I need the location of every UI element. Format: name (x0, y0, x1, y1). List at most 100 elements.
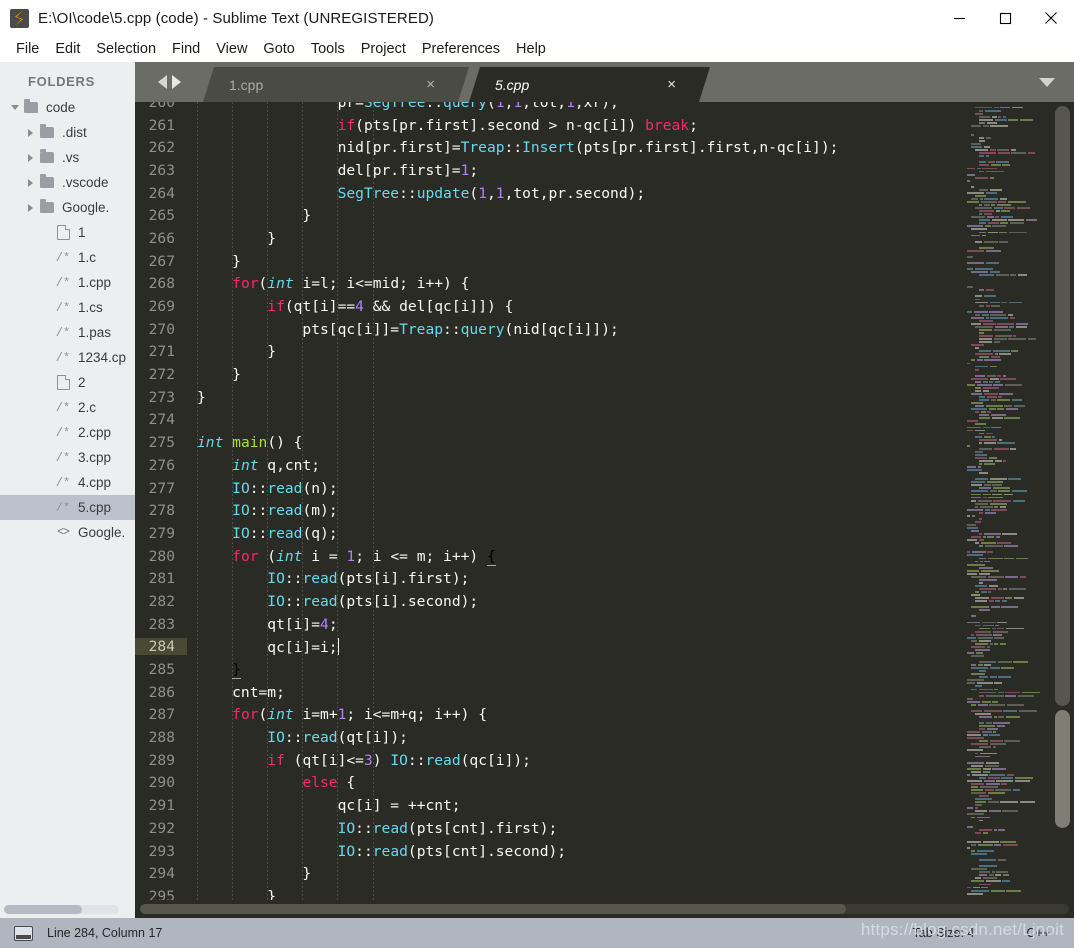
menu-item-tools[interactable]: Tools (303, 39, 353, 59)
code-line[interactable]: 282 IO::read(pts[i].second); (135, 590, 965, 613)
code-line[interactable]: 264 SegTree::update(1,1,tot,pr.second); (135, 182, 965, 205)
code-text[interactable]: } (187, 389, 965, 406)
chevron-right-icon[interactable] (24, 128, 37, 137)
code-line[interactable]: 291 qc[i] = ++cnt; (135, 794, 965, 817)
code-line[interactable]: 290 else { (135, 772, 965, 795)
code-text[interactable]: IO::read(q); (187, 525, 965, 542)
code-text[interactable]: int q,cnt; (187, 457, 965, 474)
code-text[interactable]: } (187, 253, 965, 270)
menu-item-selection[interactable]: Selection (88, 39, 164, 59)
code-text[interactable]: int main() { (187, 434, 965, 451)
code-text[interactable]: qc[i]=i; (187, 637, 965, 656)
code-text[interactable]: cnt=m; (187, 684, 965, 701)
code-line[interactable]: 289 if (qt[i]<=3) IO::read(qc[i]); (135, 749, 965, 772)
code-line[interactable]: 269 if(qt[i]==4 && del[qc[i]]) { (135, 295, 965, 318)
code-line[interactable]: 293 IO::read(pts[cnt].second); (135, 840, 965, 863)
vertical-scrollbar[interactable] (1051, 102, 1074, 900)
editor-horizontal-scrollbar[interactable] (135, 900, 1074, 918)
code-line[interactable]: 280 for (int i = 1; i <= m; i++) { (135, 545, 965, 568)
arrow-right-icon[interactable] (171, 75, 181, 89)
vertical-scroll-thumb[interactable] (1055, 710, 1070, 828)
code-line[interactable]: 261 if(pts[pr.first].second > n-qc[i]) b… (135, 114, 965, 137)
code-text[interactable]: pts[qc[i]]=Treap::query(nid[qc[i]]); (187, 321, 965, 338)
code-line[interactable]: 286 cnt=m; (135, 681, 965, 704)
tab-list-dropdown[interactable] (1020, 62, 1074, 102)
sidebar-scroll-track[interactable] (4, 904, 119, 914)
close-icon[interactable] (1028, 0, 1074, 36)
code-text[interactable]: for(int i=m+1; i<=m+q; i++) { (187, 706, 965, 723)
code-line[interactable]: 281 IO::read(pts[i].first); (135, 567, 965, 590)
tab-5cpp[interactable]: 5.cpp × (469, 67, 710, 102)
code-text[interactable]: for(int i=l; i<=mid; i++) { (187, 275, 965, 292)
sidebar-item-1[interactable]: 1 (0, 220, 135, 245)
sidebar-item-5cpp[interactable]: /* 5.cpp (0, 495, 135, 520)
tab-close-icon[interactable]: × (667, 77, 676, 92)
code-line[interactable]: 270 pts[qc[i]]=Treap::query(nid[qc[i]]); (135, 318, 965, 341)
sidebar-item-vscode[interactable]: .vscode (0, 170, 135, 195)
code-text[interactable]: if(pts[pr.first].second > n-qc[i]) break… (187, 117, 965, 134)
chevron-down-icon[interactable] (8, 105, 21, 110)
menu-item-preferences[interactable]: Preferences (414, 39, 508, 59)
chevron-right-icon[interactable] (24, 153, 37, 162)
editor-scroll-track[interactable] (140, 904, 1069, 914)
code-line[interactable]: 271 } (135, 341, 965, 364)
code-text[interactable]: IO::read(pts[cnt].second); (187, 843, 965, 860)
vertical-scroll-track-upper[interactable] (1055, 106, 1070, 706)
code-text[interactable]: del[pr.first]=1; (187, 162, 965, 179)
code-line[interactable]: 267 } (135, 250, 965, 273)
sidebar-horizontal-scrollbar[interactable] (0, 900, 135, 918)
sidebar-item-dist[interactable]: .dist (0, 120, 135, 145)
menu-item-file[interactable]: File (8, 39, 47, 59)
menu-item-edit[interactable]: Edit (47, 39, 88, 59)
code-text[interactable]: } (187, 888, 965, 900)
code-text[interactable]: IO::read(pts[cnt].first); (187, 820, 965, 837)
code-line[interactable]: 279 IO::read(q); (135, 522, 965, 545)
sidebar-item-1pas[interactable]: /* 1.pas (0, 320, 135, 345)
code-text[interactable]: else { (187, 774, 965, 791)
menu-item-find[interactable]: Find (164, 39, 208, 59)
code-text[interactable]: IO::read(qt[i]); (187, 729, 965, 746)
code-line[interactable]: 278 IO::read(m); (135, 499, 965, 522)
code-line[interactable]: 283 qt[i]=4; (135, 613, 965, 636)
code-text[interactable]: } (187, 230, 965, 247)
maximize-icon[interactable] (982, 0, 1028, 36)
code-line[interactable]: 272 } (135, 363, 965, 386)
code-text[interactable]: for (int i = 1; i <= m; i++) { (187, 547, 965, 566)
sidebar-item-2[interactable]: 2 (0, 370, 135, 395)
code-text[interactable]: IO::read(pts[i].second); (187, 593, 965, 610)
sidebar-item-1cs[interactable]: /* 1.cs (0, 295, 135, 320)
code-text[interactable]: if (qt[i]<=3) IO::read(qc[i]); (187, 752, 965, 769)
code-line[interactable]: 262 nid[pr.first]=Treap::Insert(pts[pr.f… (135, 136, 965, 159)
code-text[interactable]: nid[pr.first]=Treap::Insert(pts[pr.first… (187, 139, 965, 156)
sidebar-item-vs[interactable]: .vs (0, 145, 135, 170)
sidebar-item-code[interactable]: code (0, 95, 135, 120)
code-line[interactable]: 276 int q,cnt; (135, 454, 965, 477)
code-line[interactable]: 266 } (135, 227, 965, 250)
code-line[interactable]: 273} (135, 386, 965, 409)
code-text[interactable]: if(qt[i]==4 && del[qc[i]]) { (187, 298, 965, 315)
menu-item-view[interactable]: View (208, 39, 255, 59)
code-line[interactable]: 275 int main() { (135, 431, 965, 454)
code-line[interactable]: 263 del[pr.first]=1; (135, 159, 965, 182)
code-text[interactable]: IO::read(pts[i].first); (187, 570, 965, 587)
code-line[interactable]: 295 } (135, 885, 965, 900)
menu-item-help[interactable]: Help (508, 39, 554, 59)
arrow-left-icon[interactable] (157, 75, 167, 89)
code-line[interactable]: 260 pr=SegTree::query(1,1,tot,1,xr); (135, 102, 965, 114)
sidebar-item-4cpp[interactable]: /* 4.cpp (0, 470, 135, 495)
tab-close-icon[interactable]: × (426, 77, 435, 92)
sidebar-item-1cpp[interactable]: /* 1.cpp (0, 270, 135, 295)
code-line[interactable]: 294 } (135, 862, 965, 885)
sidebar-item-2cpp[interactable]: /* 2.cpp (0, 420, 135, 445)
code-line[interactable]: 288 IO::read(qt[i]); (135, 726, 965, 749)
editor-scroll-thumb[interactable] (140, 904, 847, 914)
code-line[interactable]: 284 qc[i]=i; (135, 636, 965, 659)
minimap[interactable] (965, 102, 1051, 900)
code-text[interactable]: } (187, 865, 965, 882)
sidebar-item-1234cp[interactable]: /* 1234.cp (0, 345, 135, 370)
code-text[interactable]: IO::read(n); (187, 480, 965, 497)
sidebar-item-google[interactable]: <> Google. (0, 520, 135, 545)
sidebar-item-google[interactable]: Google. (0, 195, 135, 220)
tab-1cpp[interactable]: 1.cpp × (203, 67, 469, 102)
code-text[interactable]: } (187, 207, 965, 224)
